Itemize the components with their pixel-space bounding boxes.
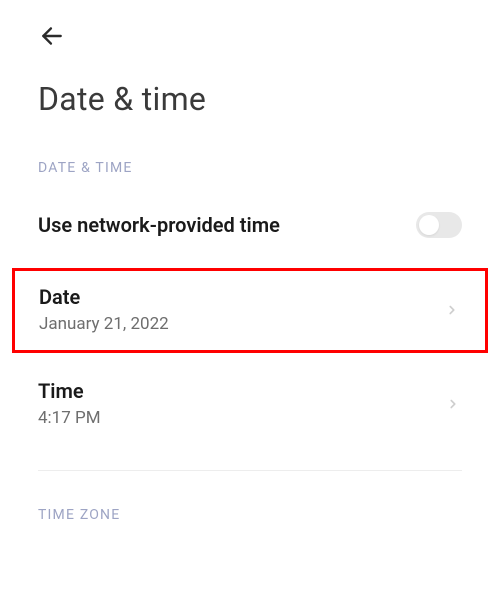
row-time-label: Time [38,379,101,403]
chevron-right-icon [444,395,462,413]
row-date-label: Date [39,285,169,309]
row-network-time-label: Use network-provided time [38,213,280,237]
row-network-time[interactable]: Use network-provided time [0,194,500,262]
back-button[interactable] [38,22,66,50]
row-time-content: Time 4:17 PM [38,379,101,428]
toggle-knob [419,215,439,235]
chevron-right-icon [443,301,461,319]
row-date-content: Date January 21, 2022 [39,285,169,334]
header [0,0,500,60]
page-title: Date & time [0,60,500,148]
row-time[interactable]: Time 4:17 PM [0,357,500,446]
network-time-toggle[interactable] [416,212,462,238]
section-header-time-zone: TIME ZONE [0,471,500,541]
row-time-value: 4:17 PM [38,408,101,428]
settings-screen: Date & time DATE & TIME Use network-prov… [0,0,500,541]
arrow-left-icon [39,23,65,49]
row-date-value: January 21, 2022 [39,314,169,334]
section-header-date-time: DATE & TIME [0,148,500,194]
row-date[interactable]: Date January 21, 2022 [12,268,488,353]
